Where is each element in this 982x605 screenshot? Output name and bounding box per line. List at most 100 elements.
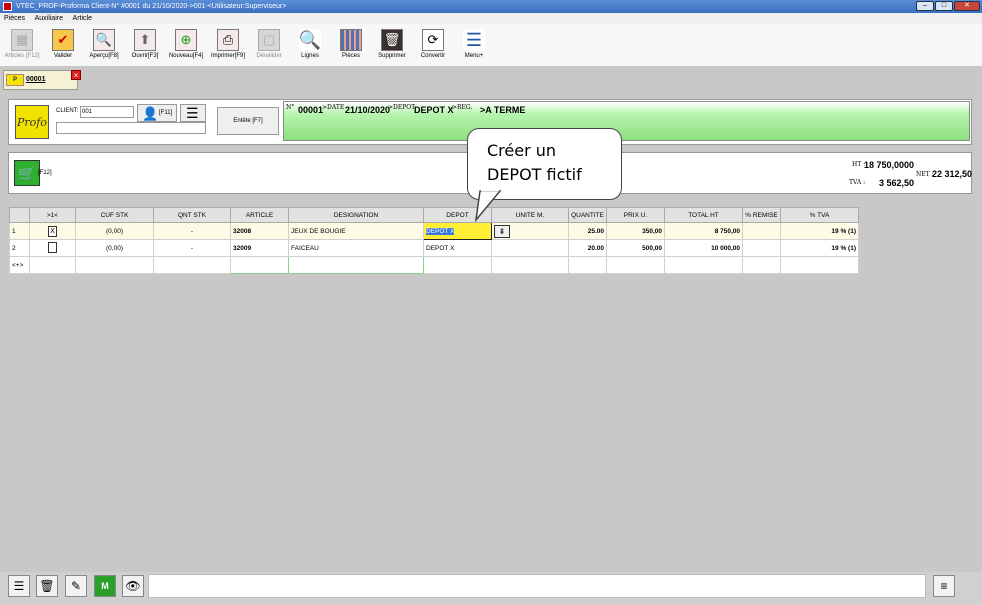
unite-cell[interactable] <box>491 239 569 257</box>
row-number: 1 <box>9 222 30 240</box>
row-select-cell[interactable] <box>29 239 76 257</box>
minimize-button[interactable]: – <box>916 1 934 11</box>
quantite-cell[interactable]: 20.00 <box>568 239 607 257</box>
tab-document[interactable]: P 00001 <box>3 70 78 90</box>
footer-status-field <box>148 574 926 598</box>
user-button[interactable]: 👤 [F11] <box>137 104 177 122</box>
qnt-cell[interactable]: - <box>153 239 231 257</box>
menu-auxiliaire[interactable]: Auxiliaire <box>35 15 63 22</box>
cart-button[interactable]: 🛒 <box>14 160 40 186</box>
client-input[interactable]: 001 <box>80 106 134 118</box>
client-name-field[interactable] <box>56 122 206 134</box>
tva-label: TVA : <box>849 179 866 186</box>
valider-button[interactable]: ✔ Valider <box>43 26 83 66</box>
articles-button[interactable]: ▦ Articles [F12] <box>2 26 42 66</box>
reg-value: >A TERME <box>480 105 526 115</box>
new-icon: ⊕ <box>175 29 197 51</box>
table-row[interactable]: 2 (0,00) - 32009 FAICEAU DEPOT X 20.00 5… <box>9 239 859 257</box>
col-prix[interactable]: PRIX U. <box>606 207 665 223</box>
depot-cell-editing[interactable]: DEPOT X <box>423 222 492 240</box>
cuf-cell[interactable]: (0,00) <box>75 222 154 240</box>
profo-logo-icon: P <box>6 74 24 86</box>
footer-view-button[interactable]: 👁 <box>122 575 144 597</box>
total-cell[interactable]: 8 750,00 <box>664 222 743 240</box>
new-quantite-cell[interactable] <box>568 256 607 274</box>
new-tva-cell[interactable] <box>780 256 859 274</box>
prix-cell[interactable]: 500,00 <box>606 239 665 257</box>
tva-cell[interactable]: 19 % (1) <box>780 222 859 240</box>
new-article-cell[interactable] <box>230 256 289 274</box>
remise-cell[interactable] <box>742 239 781 257</box>
new-designation-cell[interactable] <box>288 256 424 274</box>
close-window-button[interactable]: ✕ <box>954 1 980 11</box>
col-qnt-stk[interactable]: QNT STK <box>153 207 231 223</box>
row-number: 2 <box>9 239 30 257</box>
footer-m-button[interactable]: M <box>94 575 116 597</box>
menu-pieces[interactable]: Pièces <box>4 15 25 22</box>
new-remise-cell[interactable] <box>742 256 781 274</box>
article-cell[interactable]: 32009 <box>230 239 289 257</box>
ouvrir-button[interactable]: ⬆ Ouvrir[F3] <box>125 26 165 66</box>
profo-logo: Profo <box>15 105 49 139</box>
total-cell[interactable]: 10 000,00 <box>664 239 743 257</box>
col-quantite[interactable]: QUANTITE <box>568 207 607 223</box>
new-cuf-cell[interactable] <box>75 256 154 274</box>
supprimer-button[interactable]: 🗑 Supprimer <box>372 26 412 66</box>
new-select-cell[interactable] <box>29 256 76 274</box>
remise-cell[interactable] <box>742 222 781 240</box>
prix-cell[interactable]: 350,00 <box>606 222 665 240</box>
table-new-row[interactable]: <+> <box>9 256 859 274</box>
new-qnt-cell[interactable] <box>153 256 231 274</box>
new-unite-cell[interactable] <box>491 256 569 274</box>
footer-settings-button[interactable]: ≡ <box>933 575 955 597</box>
apercu-button[interactable]: 🔍 Aperçu[F8] <box>84 26 124 66</box>
row-checkbox[interactable]: X <box>48 225 57 237</box>
menu-plus-button[interactable]: ☰ Menu+ <box>454 26 494 66</box>
col-total-ht[interactable]: TOTAL HT <box>664 207 743 223</box>
menu-article[interactable]: Article <box>73 15 92 22</box>
tab-close-icon[interactable]: × <box>71 70 81 80</box>
footer-edit-button[interactable]: ✎ <box>65 575 87 597</box>
col-article[interactable]: ARTICLE <box>230 207 289 223</box>
depot-cell[interactable]: DEPOT X <box>423 239 492 257</box>
article-cell[interactable]: 32008 <box>230 222 289 240</box>
new-total-cell[interactable] <box>664 256 743 274</box>
imprimer-button[interactable]: ⎙ Imprimer[F9] <box>208 26 248 66</box>
footer-menu-button[interactable]: ☰ <box>8 575 30 597</box>
designation-cell[interactable]: JEUX DE BOUGIE <box>288 222 424 240</box>
col-remise[interactable]: % REMISE <box>742 207 781 223</box>
maximize-button[interactable]: □ <box>935 1 953 11</box>
date-value: 21/10/2020 <box>345 105 391 115</box>
col-cuf-stk[interactable]: CUF STK <box>75 207 154 223</box>
depot-selected-text[interactable]: DEPOT X <box>426 227 455 235</box>
tva-cell[interactable]: 19 % (1) <box>780 239 859 257</box>
designation-cell[interactable]: FAICEAU <box>288 239 424 257</box>
new-prix-cell[interactable] <box>606 256 665 274</box>
user-key-label: [F11] <box>159 110 173 116</box>
footer-delete-button[interactable]: 🗑 <box>36 575 58 597</box>
col-tva[interactable]: % TVA <box>780 207 859 223</box>
col-designation[interactable]: DESIGNATION <box>288 207 424 223</box>
preview-icon: 🔍 <box>93 29 115 51</box>
row-checkbox[interactable] <box>48 241 57 253</box>
qnt-cell[interactable]: - <box>153 222 231 240</box>
header-menu-button[interactable]: ☰ <box>180 104 206 122</box>
entete-button[interactable]: Entête [F7] <box>217 107 279 135</box>
row-select-cell[interactable]: X <box>29 222 76 240</box>
col-select[interactable]: >1< <box>29 207 76 223</box>
nouveau-button[interactable]: ⊕ Nouveau[F4] <box>166 26 206 66</box>
lignes-button[interactable]: 🔍 Lignes <box>290 26 330 66</box>
new-row-marker[interactable]: <+> <box>9 256 30 274</box>
m-icon: M <box>101 581 109 591</box>
dropdown-arrow-icon[interactable]: ⇟ <box>494 224 510 238</box>
new-depot-cell[interactable] <box>423 256 492 274</box>
table-row[interactable]: 1 X (0,00) - 32008 JEUX DE BOUGIE DEPOT … <box>9 222 859 240</box>
reg-label: >REG. <box>452 104 473 111</box>
lines-icon: 🔍 <box>298 29 322 51</box>
unite-cell[interactable]: ⇟ <box>491 222 569 240</box>
pieces-button[interactable]: Pièces <box>331 26 371 66</box>
convertir-button[interactable]: ⟳ Convertir <box>413 26 453 66</box>
devalider-button[interactable]: ▢ Dévalider <box>249 26 289 66</box>
quantite-cell[interactable]: 25.00 <box>568 222 607 240</box>
cuf-cell[interactable]: (0,00) <box>75 239 154 257</box>
